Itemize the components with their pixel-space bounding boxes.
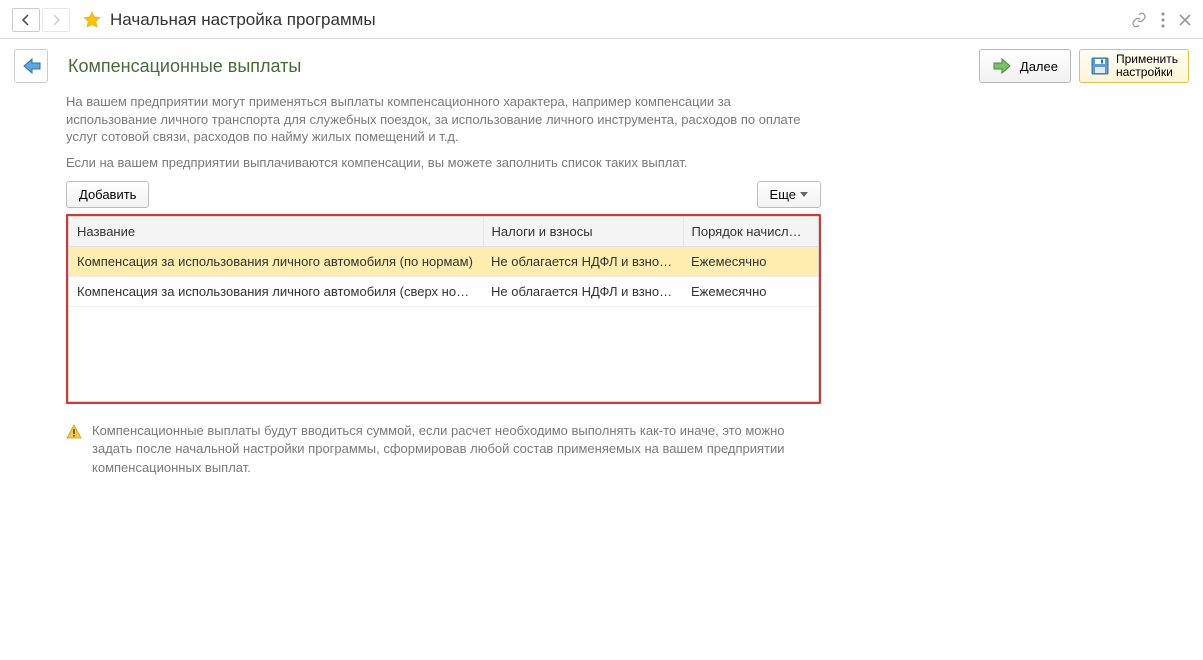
table-row[interactable]: Компенсация за использования личного авт… <box>69 247 818 277</box>
window-title: Начальная настройка программы <box>110 10 376 30</box>
col-header-name[interactable]: Название <box>69 217 483 247</box>
wizard-back-button[interactable] <box>14 49 48 83</box>
col-header-tax[interactable]: Налоги и взносы <box>483 217 683 247</box>
compensations-table: Название Налоги и взносы Порядок начисл…… <box>66 214 821 404</box>
title-bar: Начальная настройка программы <box>0 0 1203 39</box>
favorite-star-icon[interactable] <box>82 10 102 30</box>
cell-name: Компенсация за использования личного авт… <box>69 277 483 307</box>
next-button[interactable]: Далее <box>979 49 1071 83</box>
close-icon[interactable] <box>1179 14 1191 26</box>
footer-note-text: Компенсационные выплаты будут вводиться … <box>92 422 821 477</box>
more-button[interactable]: Еще <box>757 181 821 208</box>
cell-order: Ежемесячно <box>683 277 818 307</box>
next-button-label: Далее <box>1020 59 1058 74</box>
apply-settings-button[interactable]: Применить настройки <box>1079 49 1189 83</box>
save-icon <box>1090 56 1110 76</box>
add-button[interactable]: Добавить <box>66 181 149 208</box>
kebab-menu-icon[interactable] <box>1161 12 1165 28</box>
apply-button-label-2: настройки <box>1116 66 1178 79</box>
intro-paragraph-2: Если на вашем предприятии выплачиваются … <box>66 154 821 172</box>
chevron-down-icon <box>800 192 808 197</box>
arrow-right-icon <box>992 57 1014 75</box>
warning-icon <box>66 422 82 477</box>
col-header-order[interactable]: Порядок начисл… <box>683 217 818 247</box>
intro-text: На вашем предприятии могут применяться в… <box>66 93 821 171</box>
cell-order: Ежемесячно <box>683 247 818 277</box>
table-row[interactable]: Компенсация за использования личного авт… <box>69 277 818 307</box>
cell-name: Компенсация за использования личного авт… <box>69 247 483 277</box>
nav-back-button[interactable] <box>12 8 40 32</box>
cell-tax: Не облагается НДФЛ и взно… <box>483 247 683 277</box>
link-icon[interactable] <box>1131 12 1147 28</box>
more-button-label: Еще <box>770 187 796 202</box>
intro-paragraph-1: На вашем предприятии могут применяться в… <box>66 93 821 146</box>
page-heading: Компенсационные выплаты <box>68 49 301 83</box>
nav-forward-button[interactable] <box>42 8 70 32</box>
cell-tax: Не облагается НДФЛ и взно… <box>483 277 683 307</box>
